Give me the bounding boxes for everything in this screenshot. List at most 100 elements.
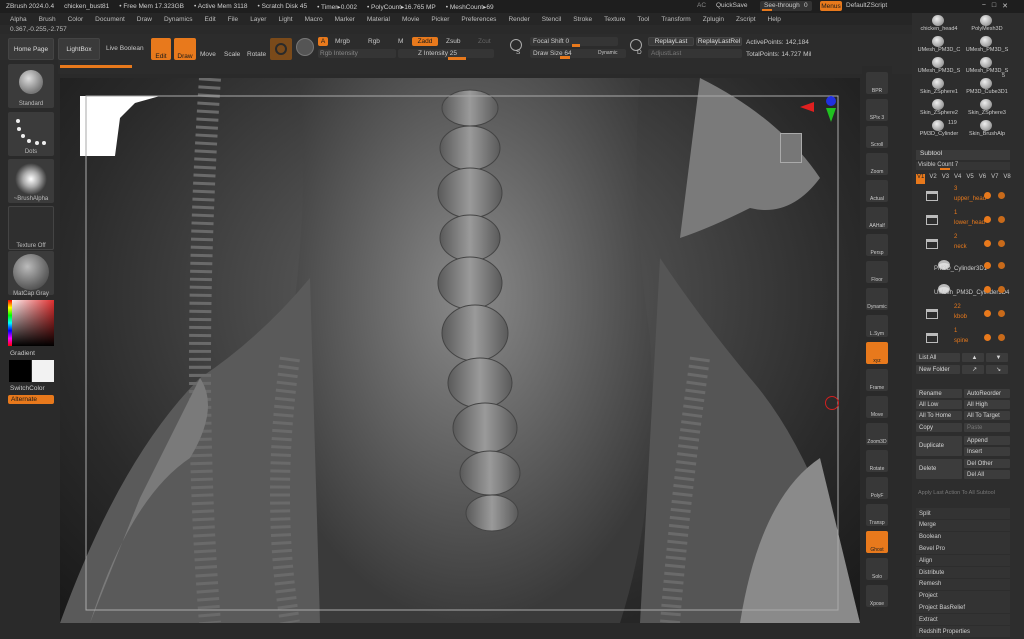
- menu-marker[interactable]: Marker: [335, 16, 355, 23]
- menu-help[interactable]: Help: [768, 16, 781, 23]
- tool-thumbnail[interactable]: chicken_head4: [916, 14, 962, 34]
- duplicate-button[interactable]: Duplicate: [916, 436, 962, 456]
- shelf-rotate-button[interactable]: Rotate: [866, 450, 888, 472]
- orientation-gizmo-icon[interactable]: [800, 96, 836, 126]
- paste-button[interactable]: Paste: [964, 423, 1010, 432]
- rgb-intensity-slider[interactable]: Rgb Intensity: [318, 49, 396, 58]
- apply-last-action-button[interactable]: Apply Last Action To All Subtool: [918, 490, 995, 496]
- menu-color[interactable]: Color: [68, 16, 84, 23]
- version-v1-tab[interactable]: V1: [916, 174, 926, 184]
- palette-project[interactable]: Project: [916, 590, 1010, 602]
- quicksave-button[interactable]: QuickSave: [716, 2, 747, 9]
- material-selector[interactable]: [8, 251, 54, 295]
- shelf-ghost-button[interactable]: Ghost: [866, 531, 888, 553]
- subtool-header[interactable]: Subtool: [916, 150, 1010, 160]
- visibility-eye-icon[interactable]: [984, 286, 991, 293]
- move-up-icon[interactable]: ▲: [962, 353, 984, 362]
- shelf-dynamic-button[interactable]: Dynamic: [866, 288, 888, 310]
- palette-boolean[interactable]: Boolean: [916, 531, 1010, 543]
- subtool-row[interactable]: 1 spine: [920, 328, 1010, 350]
- arrow-up-right-icon[interactable]: ↗: [962, 365, 984, 374]
- shelf-xpose-button[interactable]: Xpose: [866, 585, 888, 607]
- canvas-viewport[interactable]: [60, 78, 860, 623]
- tool-thumbnail[interactable]: PM3D_Cube3D1: [964, 77, 1010, 97]
- shelf-zoom3d-button[interactable]: Zoom3D: [866, 423, 888, 445]
- menu-zplugin[interactable]: Zplugin: [703, 16, 724, 23]
- palette-merge[interactable]: Merge: [916, 519, 1010, 531]
- edit-button[interactable]: Edit: [151, 38, 171, 60]
- visibility-eye-icon[interactable]: [984, 262, 991, 269]
- visibility-eye-icon[interactable]: [984, 192, 991, 199]
- default-zscript-button[interactable]: DefaultZScript: [846, 2, 887, 9]
- menu-picker[interactable]: Picker: [431, 16, 449, 23]
- palette-project-basrelief[interactable]: Project BasRelief: [916, 602, 1010, 614]
- switchcolor-button[interactable]: SwitchColor: [10, 385, 45, 392]
- mrgb-button[interactable]: Mrgb: [335, 38, 350, 45]
- zadd-button[interactable]: Zadd: [412, 37, 438, 46]
- menu-render[interactable]: Render: [508, 16, 529, 23]
- menu-edit[interactable]: Edit: [205, 16, 216, 23]
- palette-redshift-properties[interactable]: Redshift Properties: [916, 626, 1010, 637]
- lightbox-button[interactable]: LightBox: [58, 38, 100, 60]
- focal-shift-slider[interactable]: Focal Shift 0: [530, 37, 618, 47]
- version-v8-tab[interactable]: V8: [1002, 174, 1011, 184]
- version-v6-tab[interactable]: V6: [978, 174, 987, 184]
- a-button[interactable]: A: [318, 37, 328, 46]
- subtool-row[interactable]: 3 upper_head: [920, 186, 1010, 208]
- all-low-button[interactable]: All Low: [916, 400, 962, 409]
- zcut-button[interactable]: Zcut: [478, 38, 491, 45]
- copy-button[interactable]: Copy: [916, 423, 962, 432]
- gear-icon[interactable]: [998, 310, 1005, 317]
- menu-stencil[interactable]: Stencil: [542, 16, 562, 23]
- gizmo-icon[interactable]: [296, 38, 314, 56]
- shelf-spix-3-button[interactable]: SPix 3: [866, 99, 888, 121]
- tool-thumbnail[interactable]: Skin_ZSphere2: [916, 98, 962, 118]
- gear-icon[interactable]: [998, 334, 1005, 341]
- hue-strip[interactable]: [8, 300, 12, 346]
- gear-icon[interactable]: [998, 192, 1005, 199]
- m-button[interactable]: M: [398, 38, 403, 45]
- gear-icon[interactable]: [998, 240, 1005, 247]
- tool-thumbnail[interactable]: PolyMesh3D: [964, 14, 1010, 34]
- tool-thumbnail[interactable]: Skin_ZSphere3: [964, 98, 1010, 118]
- gradient-label[interactable]: Gradient: [10, 350, 35, 357]
- version-v2-tab[interactable]: V2: [928, 174, 937, 184]
- menu-alpha[interactable]: Alpha: [10, 16, 27, 23]
- menu-stroke[interactable]: Stroke: [573, 16, 592, 23]
- menu-light[interactable]: Light: [278, 16, 292, 23]
- zsub-button[interactable]: Zsub: [446, 38, 460, 45]
- minimize-icon[interactable]: −: [982, 2, 986, 10]
- subtool-row[interactable]: 22 kbob: [920, 304, 1010, 326]
- palette-bevel-pro[interactable]: Bevel Pro: [916, 543, 1010, 555]
- autoreorder-button[interactable]: AutoReorder: [964, 389, 1010, 398]
- menus-button[interactable]: Menus: [820, 1, 842, 11]
- version-v5-tab[interactable]: V5: [965, 174, 974, 184]
- shelf-bpr-button[interactable]: BPR: [866, 72, 888, 94]
- tool-thumbnail[interactable]: Skin_ZSphere1: [916, 77, 962, 97]
- menu-dynamics[interactable]: Dynamics: [164, 16, 193, 23]
- tool-thumbnail[interactable]: UMesh_PM3D_C: [916, 35, 962, 55]
- visibility-eye-icon[interactable]: [984, 240, 991, 247]
- move-down-icon[interactable]: ▼: [986, 353, 1008, 362]
- rgb-button[interactable]: Rgb: [368, 38, 380, 45]
- rotate-button[interactable]: Rotate: [247, 51, 266, 58]
- secondary-color-swatch[interactable]: [32, 360, 54, 382]
- palette-extract[interactable]: Extract: [916, 614, 1010, 626]
- menu-movie[interactable]: Movie: [402, 16, 419, 23]
- menu-material[interactable]: Material: [367, 16, 390, 23]
- shelf-move-button[interactable]: Move: [866, 396, 888, 418]
- camera-icon[interactable]: [780, 133, 802, 163]
- menu-tool[interactable]: Tool: [637, 16, 649, 23]
- all-to-home-button[interactable]: All To Home: [916, 411, 962, 420]
- home-page-button[interactable]: Home Page: [8, 38, 54, 60]
- version-v7-tab[interactable]: V7: [990, 174, 999, 184]
- menu-brush[interactable]: Brush: [39, 16, 56, 23]
- adjustlast-slider[interactable]: AdjustLast: [648, 49, 742, 58]
- visibility-eye-icon[interactable]: [984, 216, 991, 223]
- menu-texture[interactable]: Texture: [604, 16, 625, 23]
- del-other-button[interactable]: Del Other: [964, 459, 1010, 468]
- all-high-button[interactable]: All High: [964, 400, 1010, 409]
- ac-label[interactable]: AC: [697, 2, 706, 9]
- gear-icon[interactable]: [998, 262, 1005, 269]
- menu-draw[interactable]: Draw: [137, 16, 152, 23]
